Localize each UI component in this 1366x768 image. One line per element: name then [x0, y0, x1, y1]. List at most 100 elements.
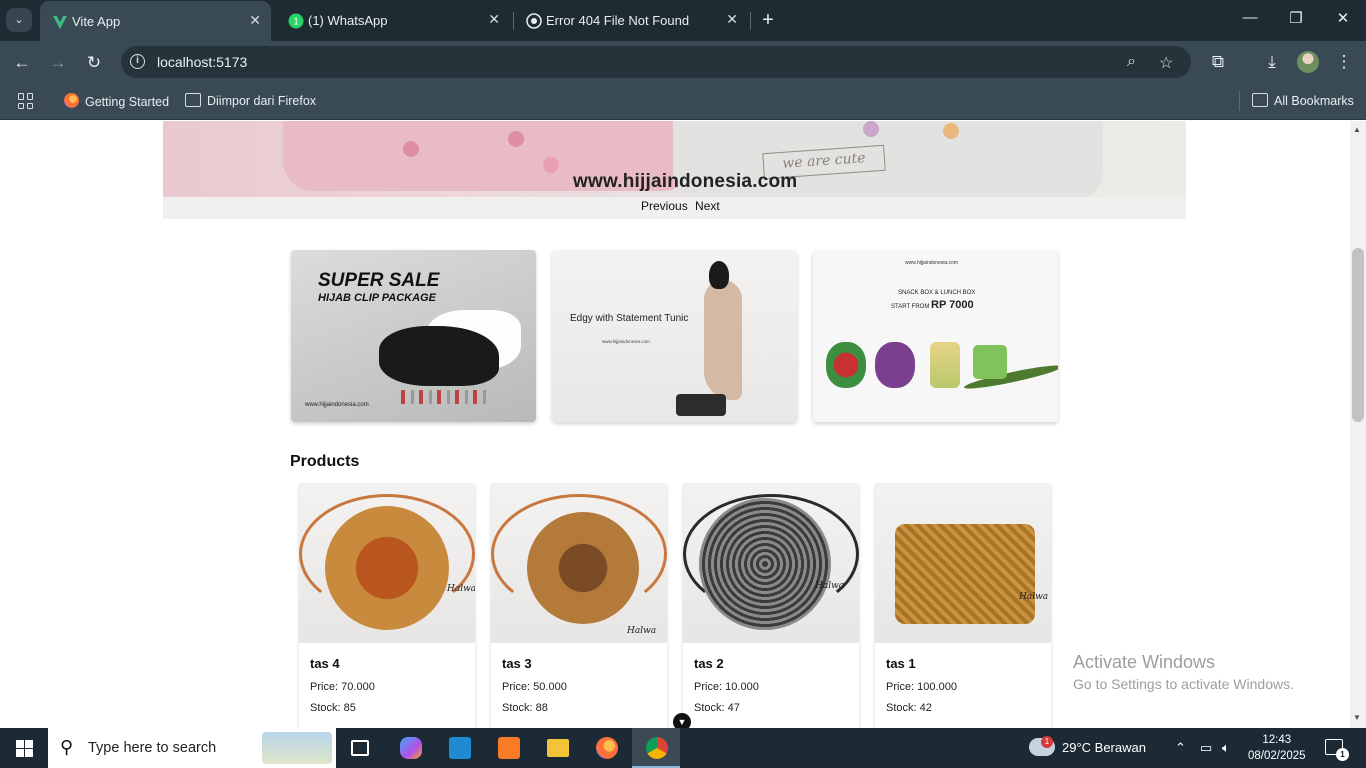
promo-banner-snack-box[interactable]: www.hijjaindonesia.com SNACK BOX & LUNCH… — [813, 250, 1058, 422]
promo-price: RP 7000 — [931, 299, 974, 311]
close-window-button[interactable]: ✕ — [1333, 9, 1353, 27]
folder-icon — [547, 739, 569, 757]
firefox-icon — [596, 737, 618, 759]
brand-watermark: Halwa — [1019, 592, 1049, 602]
restore-button[interactable]: ❐ — [1286, 9, 1306, 27]
weather-badge: 1 — [1041, 736, 1053, 748]
close-tab-icon[interactable]: ✕ — [726, 11, 738, 28]
tab-title: Vite App — [72, 14, 121, 29]
profile-avatar[interactable] — [1297, 51, 1319, 73]
apps-icon[interactable] — [18, 93, 34, 109]
flower-decoration — [403, 141, 419, 157]
tab-vite-app[interactable]: Vite App ✕ — [40, 1, 271, 42]
task-view-button[interactable] — [336, 728, 384, 768]
folder-icon — [185, 93, 201, 107]
products-heading: Products — [290, 453, 360, 470]
search-placeholder: Type here to search — [88, 740, 217, 756]
product-card[interactable]: Halwa tas 1 Price: 100.000 Stock: 42 — [874, 483, 1052, 728]
promo-subtitle: HIJAB CLIP PACKAGE — [318, 292, 436, 304]
bookmarks-separator — [1239, 91, 1240, 111]
all-bookmarks-label: All Bookmarks — [1274, 94, 1354, 108]
site-info-icon[interactable]: i — [130, 54, 145, 69]
tab-whatsapp[interactable]: 1 (1) WhatsApp ✕ — [276, 0, 510, 41]
taskbar-vscode[interactable] — [435, 728, 483, 768]
taskbar-clock[interactable]: 12:43 08/02/2025 — [1248, 732, 1306, 764]
product-image: Halwa — [299, 484, 475, 643]
bookmark-getting-started[interactable]: Getting Started — [64, 93, 169, 109]
search-icon: ⚲ — [60, 737, 74, 757]
address-bar[interactable]: i localhost:5173 ⌕ ☆ — [121, 46, 1191, 78]
download-icon[interactable]: ⤓ — [1261, 52, 1283, 72]
food-item — [875, 342, 915, 388]
carousel-next-button[interactable]: Next — [695, 199, 720, 213]
product-name: tas 3 — [502, 656, 532, 671]
xampp-icon — [498, 737, 520, 759]
taskbar-xampp[interactable] — [484, 728, 532, 768]
product-price: Price: 50.000 — [502, 681, 567, 693]
flower-decoration — [943, 123, 959, 139]
food-item — [973, 345, 1007, 379]
product-image: Halwa — [875, 484, 1051, 643]
windows-start-icon[interactable] — [16, 740, 33, 757]
product-stock: Stock: 88 — [502, 702, 548, 714]
food-item — [930, 342, 960, 388]
weather-text[interactable]: 29°C Berawan — [1062, 740, 1146, 755]
product-stock: Stock: 85 — [310, 702, 356, 714]
close-tab-icon[interactable]: ✕ — [488, 11, 500, 28]
minimize-button[interactable]: — — [1240, 9, 1260, 26]
scroll-down-arrow-icon[interactable]: ▼ — [1353, 713, 1361, 722]
whatsapp-icon: 1 — [288, 13, 304, 29]
model-tunic — [704, 280, 742, 400]
task-view-icon — [351, 740, 369, 756]
network-icon[interactable]: ▭ — [1200, 740, 1212, 756]
taskbar-copilot[interactable] — [386, 728, 434, 768]
show-hidden-icons[interactable]: ⌃ — [1175, 740, 1186, 756]
close-tab-icon[interactable]: ✕ — [249, 12, 261, 29]
reload-button[interactable]: ↻ — [83, 52, 105, 74]
flower-decoration — [508, 131, 524, 147]
scroll-down-icon[interactable]: ▼ — [673, 713, 691, 728]
bookmark-folder-firefox[interactable]: Diimpor dari Firefox — [185, 93, 316, 108]
promo-site: www.hijjaindonesia.com — [905, 260, 959, 266]
rattan-bag — [325, 506, 449, 630]
product-card[interactable]: Halwa tas 2 Price: 10.000 Stock: 47 — [682, 483, 860, 728]
scroll-up-arrow-icon[interactable]: ▲ — [1353, 125, 1361, 134]
volume-icon[interactable]: 🔈︎ — [1222, 740, 1230, 756]
carousel-previous-button[interactable]: Previous — [641, 199, 688, 213]
product-price: Price: 100.000 — [886, 681, 957, 693]
bookmark-label: Getting Started — [85, 95, 170, 109]
model-hijab — [709, 261, 729, 289]
search-highlight-image — [262, 732, 332, 764]
food-item — [826, 342, 866, 388]
promo-price-line: START FROM RP 7000 — [891, 299, 974, 311]
vscode-icon — [449, 737, 471, 759]
all-bookmarks-button[interactable]: All Bookmarks — [1252, 93, 1354, 108]
tab-error-404[interactable]: Error 404 File Not Found ✕ — [514, 0, 748, 41]
url-text[interactable]: localhost:5173 — [157, 54, 247, 70]
extensions-icon[interactable]: ⧉ — [1207, 52, 1229, 72]
forward-button[interactable]: → — [47, 52, 69, 74]
scrollbar-thumb[interactable] — [1352, 248, 1364, 422]
promo-banner-hijab-clip[interactable]: SUPER SALE HIJAB CLIP PACKAGE www.hijjai… — [291, 250, 536, 422]
activate-line-1: Activate Windows — [1073, 652, 1216, 672]
product-card[interactable]: Halwa tas 3 Price: 50.000 Stock: 88 — [490, 483, 668, 728]
new-tab-button[interactable]: + — [758, 9, 778, 32]
tab-search-button[interactable]: ⌄ — [6, 8, 32, 32]
chrome-icon — [646, 737, 668, 759]
product-price: Price: 70.000 — [310, 681, 375, 693]
taskbar-chrome[interactable] — [632, 728, 680, 768]
back-button[interactable]: ← — [11, 52, 33, 74]
zoom-icon[interactable]: ⌕ — [1127, 53, 1136, 71]
taskbar-firefox[interactable] — [582, 728, 630, 768]
promo-banner-tunic[interactable]: Edgy with Statement Tunic www.hijjaindon… — [552, 250, 797, 422]
product-card[interactable]: Halwa tas 4 Price: 70.000 Stock: 85 — [298, 483, 476, 728]
taskbar-file-explorer[interactable] — [533, 728, 581, 768]
carousel-controls: Previous Next — [641, 199, 724, 213]
product-image: Halwa — [683, 484, 859, 643]
svg-text:1: 1 — [293, 17, 299, 28]
windows-taskbar: ⚲ Type here to search 1 29°C Berawan ⌃ ▭… — [0, 728, 1366, 768]
menu-icon[interactable]: ⋮ — [1333, 52, 1355, 72]
page-scrollbar[interactable]: ▲ ▼ — [1350, 121, 1366, 728]
bookmark-star-icon[interactable]: ☆ — [1159, 53, 1173, 73]
taskbar-search-box[interactable]: ⚲ Type here to search — [48, 728, 336, 768]
